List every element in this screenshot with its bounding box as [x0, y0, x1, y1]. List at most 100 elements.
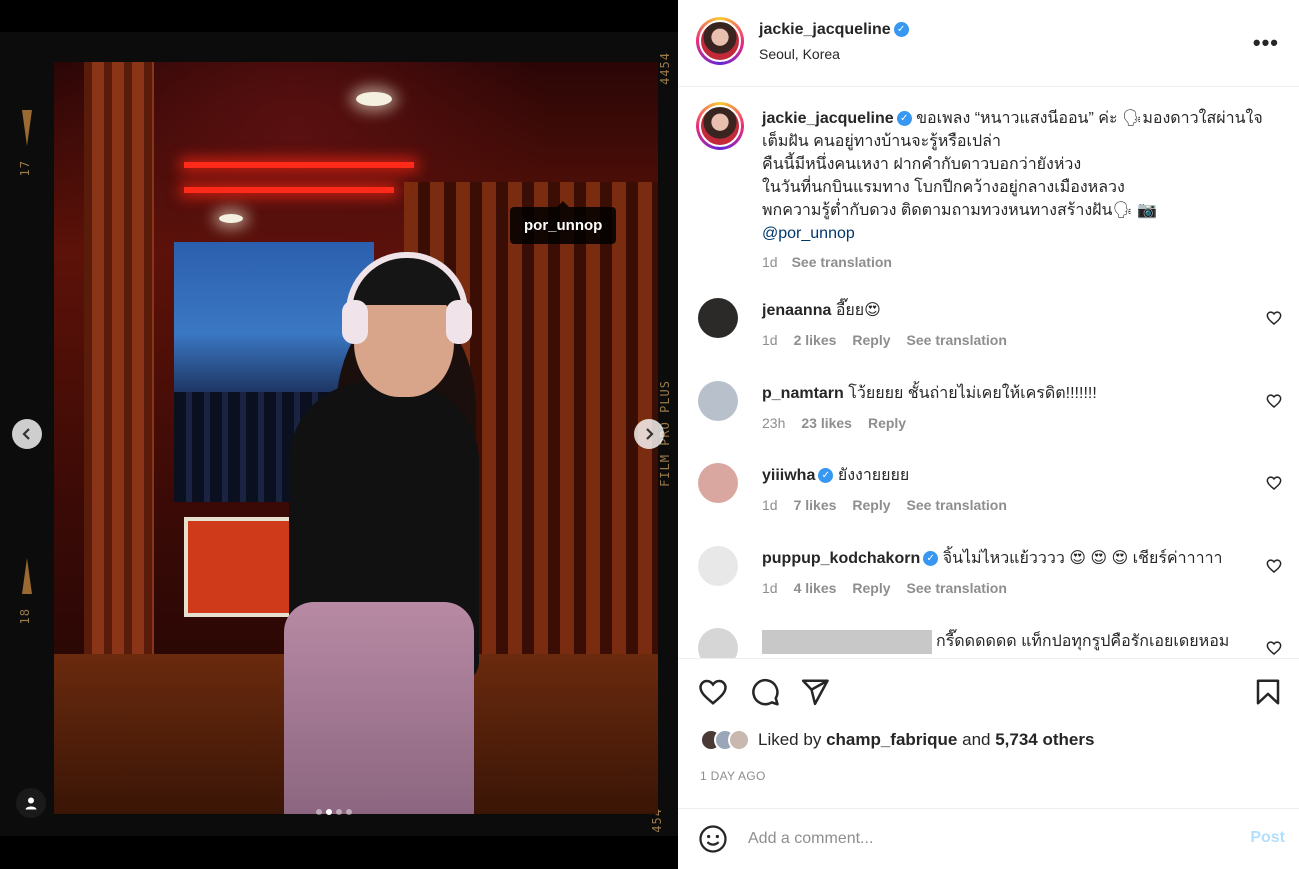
comment-input[interactable]	[748, 827, 1208, 851]
comment-row: jenaanna อี๊ยย😍 1d 2 likes Reply See transla…	[696, 298, 1286, 368]
carousel-dot	[336, 809, 342, 815]
instagram-post-page: 4454 17 18 FILM PRO PLUS 454 por_unnop j…	[0, 0, 1299, 869]
comment-like-heart-icon[interactable]	[1266, 393, 1282, 409]
comment-like-heart-icon[interactable]	[1266, 475, 1282, 491]
post-details-panel: jackie_jacqueline ✓ Seoul, Korea ••• jack…	[678, 0, 1299, 869]
comment-icon[interactable]	[750, 677, 780, 707]
film-marker-bottom	[22, 558, 32, 594]
comment-like-heart-icon[interactable]	[1266, 558, 1282, 574]
user-icon	[25, 797, 37, 810]
redacted-username	[762, 630, 932, 654]
caption-username[interactable]: jackie_jacqueline	[762, 110, 894, 127]
ceiling-light	[356, 92, 392, 106]
caption-mention-link[interactable]: @por_unnop	[762, 225, 855, 242]
see-translation-link[interactable]: See translation	[792, 254, 892, 270]
post-location[interactable]: Seoul, Korea	[759, 46, 840, 62]
heart-icon[interactable]	[698, 677, 728, 707]
comment-body: กรี๊ดดดดดด แท็กปอทุกรูปคือรักเอยเดยหอม	[762, 630, 1252, 654]
liked-by-and: and	[962, 730, 991, 749]
comment-text: โว้ยยยย ชั้นถ่ายไม่เคยให้เครดิต!!!!!!!	[848, 385, 1097, 402]
comment-likes[interactable]: 23 likes	[801, 415, 852, 431]
see-translation-link[interactable]: See translation	[907, 497, 1007, 513]
headphone-left	[342, 300, 368, 344]
see-translation-link[interactable]: See translation	[907, 332, 1007, 348]
see-translation-link[interactable]: See translation	[907, 580, 1007, 596]
carousel-prev-button[interactable]	[12, 419, 42, 449]
liked-by-prefix: Liked by	[758, 730, 822, 749]
film-marker-top	[22, 110, 32, 146]
add-comment-bar: Post	[678, 808, 1299, 869]
post-photo	[54, 62, 658, 814]
headphone-right	[446, 300, 472, 344]
carousel-dot	[346, 809, 352, 815]
comment-row: p_namtarn โว้ยยยย ชั้นถ่ายไม่เคยให้เครดิ…	[696, 381, 1286, 451]
comment-meta: 23h 23 likes Reply	[762, 415, 906, 431]
send-icon[interactable]	[800, 677, 830, 707]
bookmark-icon[interactable]	[1253, 677, 1283, 707]
commenter-avatar[interactable]	[698, 628, 738, 658]
comment-text: ยังงายยยย	[837, 467, 910, 484]
smiley-icon[interactable]	[698, 824, 728, 854]
commenter-avatar[interactable]	[698, 546, 738, 586]
comment-likes[interactable]: 4 likes	[794, 580, 837, 596]
more-options-icon[interactable]: •••	[1253, 30, 1279, 56]
verified-badge-icon: ✓	[896, 111, 912, 127]
carousel-dots	[316, 809, 352, 815]
comment-body: p_namtarn โว้ยยยย ชั้นถ่ายไม่เคยให้เครดิ…	[762, 383, 1252, 405]
likes-summary[interactable]: Liked by champ_fabrique and 5,734 others	[700, 729, 1094, 751]
user-tag-label[interactable]: por_unnop	[510, 201, 617, 244]
reply-button[interactable]: Reply	[852, 497, 890, 513]
film-number-top: 4454	[658, 52, 672, 85]
film-number-left-bottom: 18	[18, 608, 32, 625]
chevron-right-icon	[646, 428, 654, 440]
comment-meta: 1d 4 likes Reply See translation	[762, 580, 1007, 596]
comment-body: jenaanna อี๊ยย😍	[762, 300, 1252, 322]
comment-username[interactable]: jenaanna	[762, 302, 831, 319]
liker-avatar	[728, 729, 750, 751]
verified-badge-icon: ✓	[893, 22, 909, 38]
comment-body: yiiiwha ✓ ยังงายยยย	[762, 465, 1252, 487]
comment-time: 1d	[762, 332, 778, 348]
comment-likes[interactable]: 2 likes	[794, 332, 837, 348]
reply-button[interactable]: Reply	[852, 580, 890, 596]
ceiling-light	[219, 214, 243, 223]
comment-like-heart-icon[interactable]	[1266, 640, 1282, 656]
reply-button[interactable]: Reply	[868, 415, 906, 431]
comment-text: กรี๊ดดดดดด แท็กปอทุกรูปคือรักเอยเดยหอม	[936, 633, 1230, 651]
red-neon-light	[184, 187, 394, 193]
carousel-next-button[interactable]	[634, 419, 664, 449]
tagged-users-button[interactable]	[16, 788, 46, 818]
author-avatar[interactable]	[696, 17, 744, 65]
person-jeans	[284, 602, 474, 814]
commenter-avatar[interactable]	[698, 298, 738, 338]
comment-text: อี๊ยย😍	[835, 302, 881, 319]
commenter-avatar[interactable]	[698, 463, 738, 503]
liked-by-others[interactable]: 5,734 others	[995, 730, 1094, 749]
caption-time: 1d	[762, 254, 778, 270]
post-comment-button[interactable]: Post	[1250, 829, 1285, 847]
comment-meta: 1d 7 likes Reply See translation	[762, 497, 1007, 513]
post-media[interactable]: 4454 17 18 FILM PRO PLUS 454 por_unnop	[0, 0, 678, 869]
caption-meta: 1d See translation	[762, 251, 1272, 274]
reply-button[interactable]: Reply	[852, 332, 890, 348]
comment-username[interactable]: p_namtarn	[762, 385, 844, 402]
post-date[interactable]: 1 DAY AGO	[700, 769, 766, 783]
likes-text: Liked by champ_fabrique and 5,734 others	[758, 730, 1094, 750]
film-number-left-top: 17	[18, 160, 32, 177]
red-neon-light	[184, 162, 414, 168]
liked-by-username[interactable]: champ_fabrique	[826, 730, 957, 749]
record-player	[184, 517, 304, 617]
caption-author-avatar[interactable]	[696, 102, 744, 150]
comment-text: จิ้นไม่ไหวแย้วววว 😍 😍 😍 เชียร์ค่าาาาา	[942, 550, 1223, 567]
comment-row: yiiiwha ✓ ยังงายยยย 1d 7 likes Reply See tran…	[696, 463, 1286, 533]
comments-list[interactable]: jackie_jacqueline ✓ ขอเพลง “หนาวแสงนีออน”…	[678, 88, 1299, 658]
caption-line: พกความรู้ต่ำกับดวง ติดตามถามทวงหนทางสร้า…	[762, 202, 1158, 219]
commenter-avatar[interactable]	[698, 381, 738, 421]
comment-time: 1d	[762, 580, 778, 596]
comment-username[interactable]: puppup_kodchakorn	[762, 550, 920, 567]
comment-like-heart-icon[interactable]	[1266, 310, 1282, 326]
comment-username[interactable]: yiiiwha	[762, 467, 815, 484]
comment-time: 23h	[762, 415, 786, 431]
comment-likes[interactable]: 7 likes	[794, 497, 837, 513]
author-username[interactable]: jackie_jacqueline	[759, 21, 891, 38]
